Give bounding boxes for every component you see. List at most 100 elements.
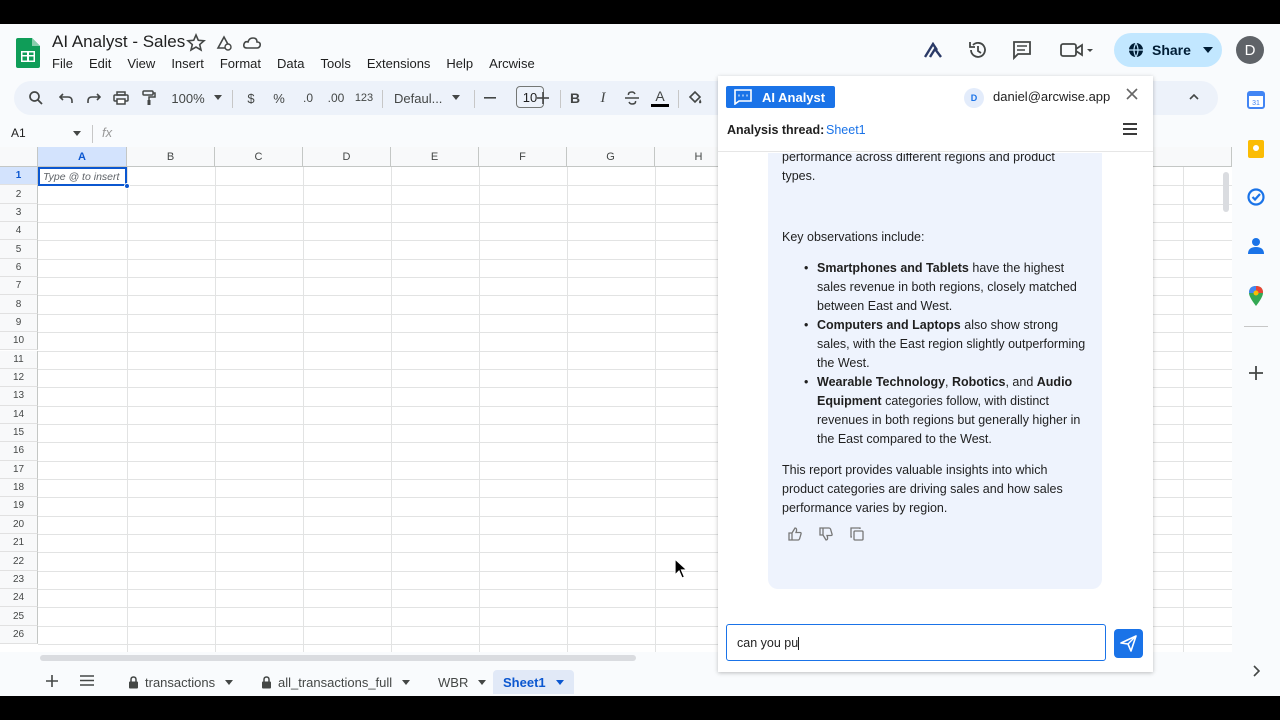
font-chevron-down-icon[interactable] [452, 95, 460, 100]
row-header[interactable]: 24 [0, 589, 38, 608]
document-title[interactable]: AI Analyst - Sales [52, 32, 185, 52]
zoom-chevron-down-icon[interactable] [214, 95, 222, 100]
chat-message-input[interactable]: can you pu [726, 624, 1106, 661]
row-header[interactable]: 26 [0, 625, 38, 645]
menu-data[interactable]: Data [269, 54, 312, 73]
hide-side-panel-chevron-right-icon[interactable] [1246, 661, 1266, 681]
menu-file[interactable]: File [44, 54, 81, 73]
row-header[interactable]: 25 [0, 607, 38, 626]
paint-format-icon[interactable] [141, 88, 157, 108]
maps-icon[interactable] [1246, 286, 1266, 306]
row-header[interactable]: 4 [0, 222, 38, 241]
print-icon[interactable] [113, 88, 129, 108]
column-header-c[interactable]: C [215, 147, 303, 167]
thumbs-down-icon[interactable] [819, 527, 833, 541]
ai-analyst-badge[interactable]: AI Analyst [726, 86, 836, 108]
sheet-tab-chevron-down-icon[interactable] [478, 679, 487, 685]
name-box-chevron-down-icon[interactable] [73, 131, 81, 136]
version-history-icon[interactable] [966, 38, 990, 62]
row-header[interactable]: 2 [0, 185, 38, 204]
sheet-tab-chevron-down-icon[interactable] [225, 679, 234, 685]
row-header[interactable]: 6 [0, 258, 38, 278]
column-header-d[interactable]: D [303, 147, 391, 167]
row-header[interactable]: 5 [0, 240, 38, 259]
row-header[interactable]: 16 [0, 442, 38, 461]
account-avatar[interactable]: D [1236, 36, 1264, 64]
increase-font-size-icon[interactable] [536, 88, 550, 108]
send-button[interactable] [1114, 629, 1143, 658]
contacts-icon[interactable] [1246, 236, 1266, 256]
sheet-tab-wbr[interactable]: WBR [438, 670, 487, 694]
row-header[interactable]: 19 [0, 497, 38, 516]
currency-format-button[interactable]: $ [244, 88, 258, 108]
copy-icon[interactable] [850, 527, 864, 541]
percent-format-button[interactable]: % [272, 88, 286, 108]
row-header[interactable]: 7 [0, 277, 38, 296]
arcwise-logo-icon[interactable] [922, 38, 946, 62]
column-header-e[interactable]: E [391, 147, 479, 167]
share-button[interactable]: Share [1114, 33, 1222, 67]
star-icon[interactable] [186, 33, 206, 53]
column-header-a[interactable]: A [38, 147, 127, 167]
menu-view[interactable]: View [119, 54, 163, 73]
menu-edit[interactable]: Edit [81, 54, 119, 73]
row-header[interactable]: 17 [0, 460, 38, 479]
all-sheets-menu-icon[interactable] [80, 675, 94, 686]
sheet-tab-sheet1[interactable]: Sheet1 [493, 670, 574, 694]
horizontal-scrollbar[interactable] [40, 655, 636, 661]
undo-icon[interactable] [58, 88, 74, 108]
sheet-tab-chevron-down-icon[interactable] [555, 679, 564, 685]
sheet-tab-all-transactions-full[interactable]: all_transactions_full [261, 670, 411, 694]
sheet-tab-transactions[interactable]: transactions [128, 670, 234, 694]
cell-a1[interactable]: Type @ to insert [38, 167, 127, 186]
number-format-button[interactable]: 123 [354, 88, 374, 108]
search-menus-icon[interactable] [28, 88, 44, 108]
column-header-b[interactable]: B [127, 147, 215, 167]
row-header[interactable]: 10 [0, 332, 38, 351]
menu-extensions[interactable]: Extensions [359, 54, 439, 73]
decrease-decimal-button[interactable]: .0 [298, 88, 318, 108]
row-header[interactable]: 12 [0, 368, 38, 388]
comments-icon[interactable] [1010, 38, 1034, 62]
column-header-f[interactable]: F [479, 147, 567, 167]
thumbs-up-icon[interactable] [788, 527, 802, 541]
share-chevron-down-icon[interactable] [1203, 47, 1213, 53]
menu-arcwise[interactable]: Arcwise [481, 54, 543, 73]
name-box[interactable]: A1 [11, 126, 26, 140]
decrease-font-size-icon[interactable] [483, 88, 497, 108]
get-add-ons-icon[interactable] [1246, 363, 1266, 383]
row-header[interactable]: 20 [0, 515, 38, 534]
meet-camera-icon[interactable] [1058, 38, 1096, 62]
menu-tools[interactable]: Tools [312, 54, 358, 73]
fill-handle[interactable] [124, 183, 130, 189]
row-header[interactable]: 22 [0, 552, 38, 571]
row-header[interactable]: 15 [0, 423, 38, 443]
tasks-icon[interactable] [1246, 187, 1266, 207]
menu-format[interactable]: Format [212, 54, 269, 73]
cloud-status-icon[interactable] [242, 33, 262, 53]
text-color-button[interactable]: A [650, 88, 670, 108]
menu-insert[interactable]: Insert [163, 54, 212, 73]
row-header[interactable]: 21 [0, 534, 38, 553]
vertical-scrollbar[interactable] [1223, 172, 1229, 212]
row-header[interactable]: 3 [0, 203, 38, 223]
redo-icon[interactable] [86, 88, 102, 108]
hamburger-menu-icon[interactable] [1122, 122, 1138, 136]
row-header[interactable]: 18 [0, 478, 38, 498]
increase-decimal-button[interactable]: .00 [325, 88, 347, 108]
sheets-logo-icon[interactable] [16, 38, 40, 68]
keep-icon[interactable] [1246, 139, 1266, 159]
conversation-scroll-area[interactable]: revenue is represented, allowing us to c… [718, 153, 1153, 593]
menu-help[interactable]: Help [438, 54, 481, 73]
row-header[interactable]: 9 [0, 313, 38, 333]
italic-button[interactable]: I [596, 88, 610, 108]
row-header[interactable]: 14 [0, 405, 38, 424]
calendar-icon[interactable]: 31 [1246, 90, 1266, 110]
bold-button[interactable]: B [568, 88, 582, 108]
sheet-tab-chevron-down-icon[interactable] [402, 679, 411, 685]
move-folder-icon[interactable] [214, 33, 234, 53]
collapse-toolbar-chevron-up-icon[interactable] [1189, 94, 1199, 100]
zoom-select[interactable]: 100% [170, 88, 206, 108]
strikethrough-icon[interactable] [624, 88, 640, 108]
row-header[interactable]: 13 [0, 387, 38, 406]
